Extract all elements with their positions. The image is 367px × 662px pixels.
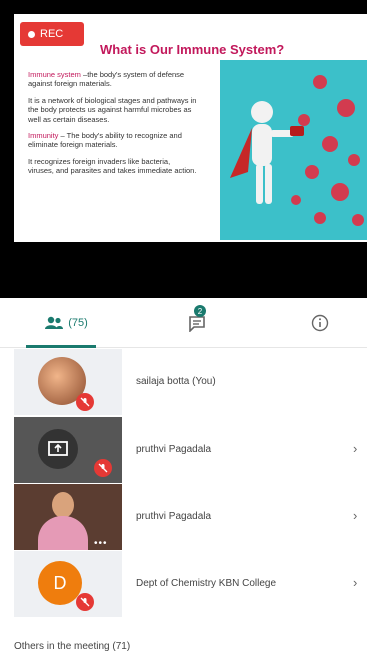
- slide-paragraph: Immune system –the body's system of defe…: [28, 70, 185, 89]
- present-screen-icon: [48, 441, 68, 456]
- participant-row[interactable]: ••• pruthvi Pagadala ›: [0, 484, 367, 550]
- participant-tile: D: [14, 551, 122, 617]
- participant-name: Dept of Chemistry KBN College: [136, 578, 277, 589]
- slide-paragraph: It recognizes foreign invaders like bact…: [28, 156, 197, 175]
- recording-badge: REC: [20, 22, 84, 46]
- presentation-area[interactable]: What is Our Immune System? Immune system…: [0, 0, 367, 298]
- others-in-meeting-header: Others in the meeting (71): [14, 641, 131, 652]
- people-icon: [45, 316, 64, 329]
- immune-hero-illustration: [220, 60, 367, 240]
- participant-name: pruthvi Pagadala: [136, 511, 212, 522]
- slide-body: Immune system –the body's system of defe…: [28, 70, 198, 182]
- record-dot-icon: [28, 30, 35, 38]
- shared-slide: What is Our Immune System? Immune system…: [14, 14, 367, 242]
- participant-tile: [14, 349, 122, 415]
- slide-title: What is Our Immune System?: [100, 42, 285, 57]
- active-tab-indicator: [26, 345, 96, 348]
- tab-people[interactable]: (75): [26, 298, 106, 348]
- participant-name: sailaja botta (You): [136, 376, 216, 387]
- slide-paragraph: It is a network of biological stages and…: [28, 95, 197, 124]
- people-count: (75): [68, 317, 88, 329]
- meet-app: What is Our Immune System? Immune system…: [0, 0, 367, 662]
- recording-label: REC: [40, 28, 64, 40]
- muted-mic-icon: [76, 393, 94, 411]
- chevron-right-icon[interactable]: ›: [353, 575, 357, 590]
- participant-tile: [14, 417, 122, 483]
- participant-row[interactable]: sailaja botta (You): [0, 349, 367, 415]
- participant-row[interactable]: D Dept of Chemistry KBN College ›: [0, 551, 367, 617]
- more-options-icon[interactable]: •••: [94, 538, 108, 549]
- video-person-figure: [52, 492, 74, 518]
- chat-badge: 2: [194, 305, 206, 317]
- video-person-body: [38, 516, 88, 550]
- avatar-initial: D: [53, 572, 67, 593]
- muted-mic-icon: [76, 593, 94, 611]
- chevron-right-icon[interactable]: ›: [353, 441, 357, 456]
- presenting-indicator: [38, 429, 78, 469]
- info-icon: [311, 314, 329, 332]
- tab-info[interactable]: [300, 298, 340, 348]
- participant-row[interactable]: pruthvi Pagadala ›: [0, 417, 367, 483]
- slide-paragraph: Immunity – The body's ability to recogni…: [28, 130, 182, 150]
- meeting-tabs: (75) 2: [0, 298, 367, 348]
- muted-mic-icon: [94, 459, 112, 477]
- participant-video: •••: [14, 484, 122, 550]
- chevron-right-icon[interactable]: ›: [353, 508, 357, 523]
- tab-chat[interactable]: 2: [178, 298, 218, 348]
- participant-name: pruthvi Pagadala: [136, 444, 212, 455]
